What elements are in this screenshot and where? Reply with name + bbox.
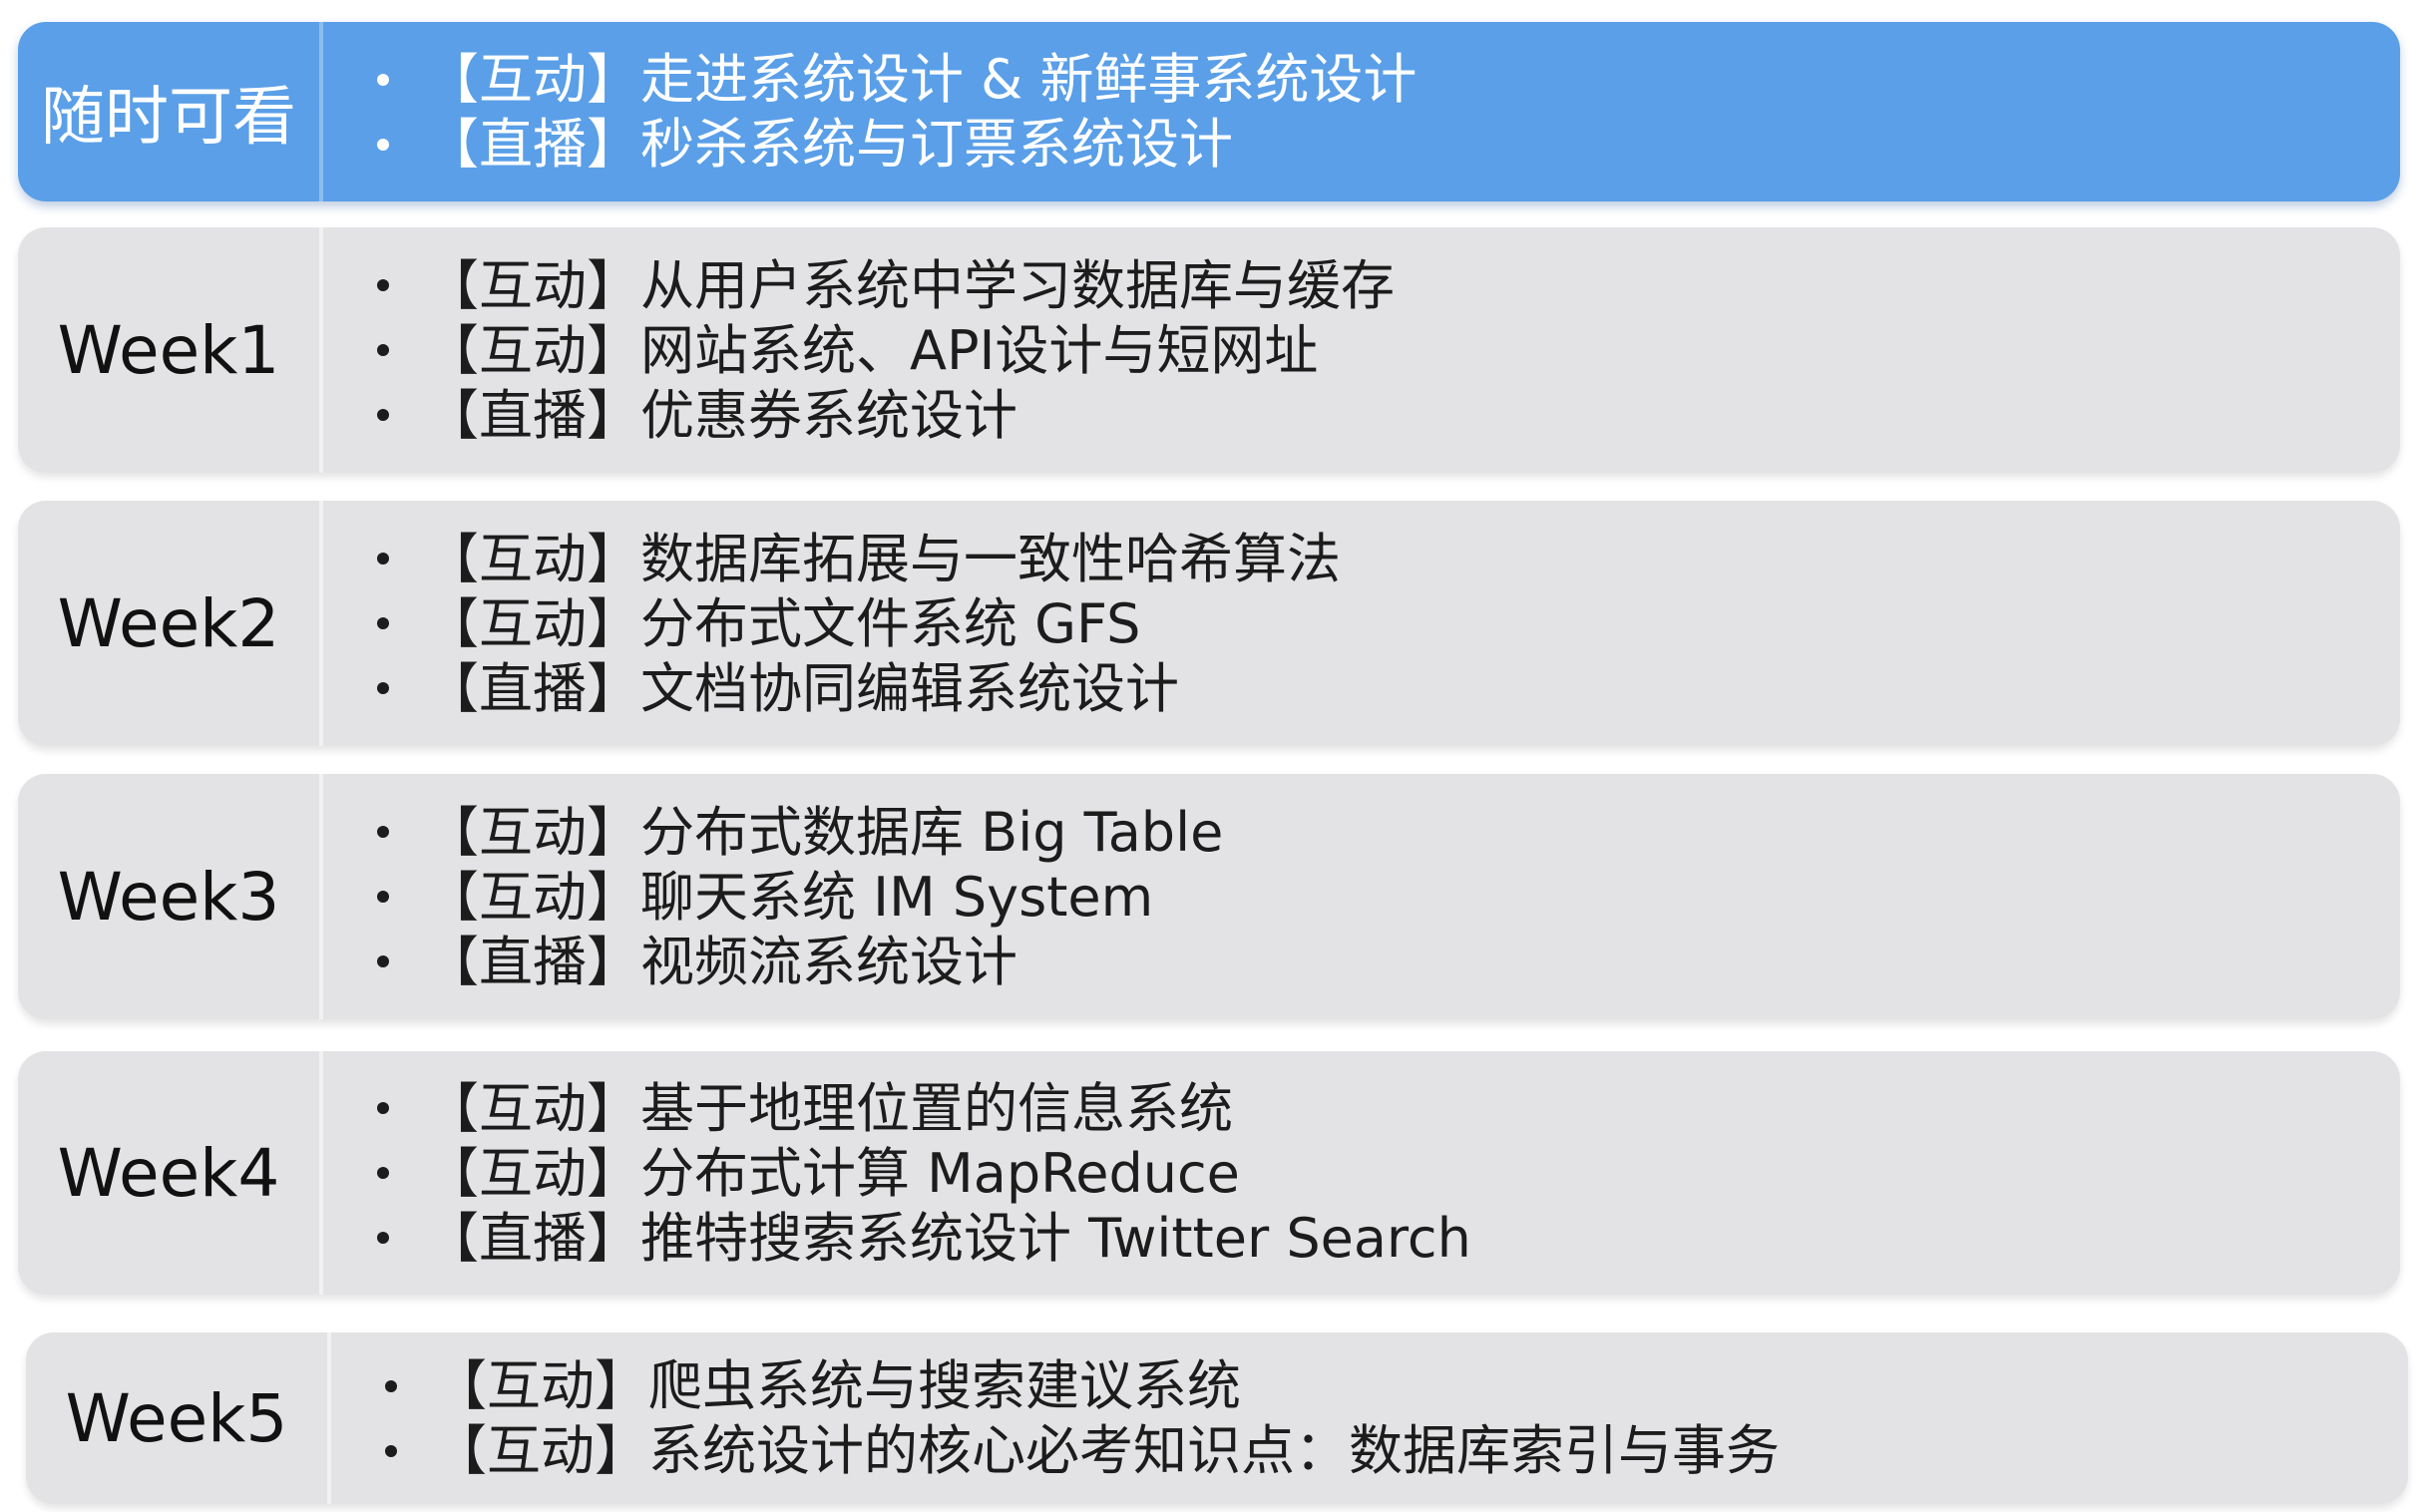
bullet-icon [377,682,389,694]
bullet-icon [377,344,389,356]
list-item: 【互动】系统设计的核心必考知识点：数据库索引与事务 [385,1418,2368,1483]
list-item: 【互动】走进系统设计 & 新鲜事系统设计 [377,47,2360,112]
list-item: 【互动】聊天系统 IM System [377,865,2360,930]
row-item-list: 【互动】走进系统设计 & 新鲜事系统设计 【直播】秒杀系统与订票系统设计 [377,22,2360,201]
bullet-icon [377,891,389,903]
schedule-row-week3: Week3 【互动】分布式数据库 Big Table 【互动】聊天系统 IM S… [18,774,2400,1019]
row-label: Week5 [65,1379,288,1457]
list-item: 【直播】推特搜索系统设计 Twitter Search [377,1206,2360,1271]
row-label: Week4 [57,1134,280,1212]
bullet-icon [385,1379,397,1392]
list-item: 【互动】基于地理位置的信息系统 [377,1076,2360,1141]
bullet-icon [377,73,389,86]
row-divider [327,1332,331,1504]
list-item: 【直播】视频流系统设计 [377,930,2360,994]
list-item: 【互动】爬虫系统与搜索建议系统 [385,1353,2368,1418]
row-item-list: 【互动】数据库拓展与一致性哈希算法 【互动】分布式文件系统 GFS 【直播】文档… [377,501,2360,746]
course-schedule: 随时可看 【互动】走进系统设计 & 新鲜事系统设计 【直播】秒杀系统与订票系统设… [0,0,2434,1512]
schedule-row-week2: Week2 【互动】数据库拓展与一致性哈希算法 【互动】分布式文件系统 GFS … [18,501,2400,746]
row-divider [319,227,323,473]
list-item: 【互动】分布式计算 MapReduce [377,1141,2360,1206]
list-item: 【互动】分布式文件系统 GFS [377,591,2360,656]
row-divider [319,22,323,201]
schedule-row-week1: Week1 【互动】从用户系统中学习数据库与缓存 【互动】网站系统、API设计与… [18,227,2400,473]
row-label: Week2 [57,584,280,662]
list-item: 【互动】数据库拓展与一致性哈希算法 [377,527,2360,591]
bullet-icon [377,553,389,565]
list-item: 【直播】秒杀系统与订票系统设计 [377,112,2360,177]
bullet-icon [377,409,389,421]
list-item: 【直播】优惠券系统设计 [377,383,2360,448]
bullet-icon [377,1102,389,1114]
row-item-list: 【互动】从用户系统中学习数据库与缓存 【互动】网站系统、API设计与短网址 【直… [377,227,2360,473]
list-item: 【直播】文档协同编辑系统设计 [377,656,2360,721]
schedule-row-week5: Week5 【互动】爬虫系统与搜索建议系统 【互动】系统设计的核心必考知识点：数… [26,1332,2408,1504]
list-item: 【互动】分布式数据库 Big Table [377,800,2360,865]
bullet-icon [377,279,389,291]
row-divider [319,501,323,746]
bullet-icon [377,138,389,151]
bullet-icon [377,617,389,629]
row-item-list: 【互动】分布式数据库 Big Table 【互动】聊天系统 IM System … [377,774,2360,1019]
row-label: Week3 [57,858,280,936]
row-label: Week1 [57,311,280,389]
bullet-icon [377,955,389,967]
list-item: 【互动】网站系统、API设计与短网址 [377,318,2360,383]
bullet-icon [377,1232,389,1244]
list-item: 【互动】从用户系统中学习数据库与缓存 [377,253,2360,318]
bullet-icon [385,1444,397,1457]
bullet-icon [377,1167,389,1179]
row-item-list: 【互动】爬虫系统与搜索建议系统 【互动】系统设计的核心必考知识点：数据库索引与事… [385,1332,2368,1504]
schedule-row-week4: Week4 【互动】基于地理位置的信息系统 【互动】分布式计算 MapReduc… [18,1051,2400,1295]
row-label: 随时可看 [41,81,296,155]
row-divider [319,774,323,1019]
bullet-icon [377,826,389,838]
row-divider [319,1051,323,1295]
schedule-row-anytime: 随时可看 【互动】走进系统设计 & 新鲜事系统设计 【直播】秒杀系统与订票系统设… [18,22,2400,201]
row-item-list: 【互动】基于地理位置的信息系统 【互动】分布式计算 MapReduce 【直播】… [377,1051,2360,1295]
